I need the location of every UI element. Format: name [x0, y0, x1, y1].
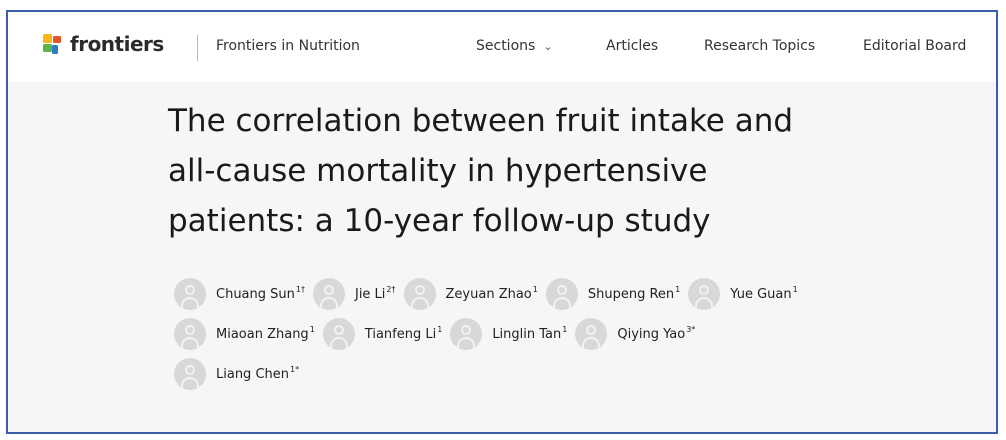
avatar-placeholder-icon: [174, 277, 206, 310]
author-row: Chuang Sun1† Jie Li2† Zeyuan Zhao1 Shupe…: [174, 277, 974, 310]
author-affiliation: 1: [562, 325, 568, 334]
author-chip[interactable]: Shupeng Ren1: [545, 277, 681, 310]
article-title-line: The correlation between fruit intake and: [168, 103, 794, 139]
avatar-placeholder-icon: [403, 277, 436, 310]
author-name: Linglin Tan1: [492, 325, 568, 342]
avatar-placeholder-icon: [450, 317, 483, 350]
author-affiliation: 1: [532, 285, 538, 294]
article-title-line: all-cause mortality in hypertensive: [168, 153, 708, 189]
author-row: Miaoan Zhang1 Tianfeng Li1 Linglin Tan1 …: [174, 317, 974, 350]
frontiers-logo-icon: [43, 34, 61, 54]
nav-sections-label: Sections: [476, 38, 536, 54]
author-name: Miaoan Zhang1: [216, 325, 315, 342]
chevron-down-icon: ⌄: [543, 40, 553, 53]
author-affiliation: 1: [437, 325, 443, 334]
avatar-placeholder-icon: [545, 277, 578, 310]
avatar-placeholder-icon: [575, 317, 608, 350]
avatar-placeholder-icon: [174, 317, 206, 350]
author-name: Yue Guan1: [730, 285, 798, 302]
header-divider: [197, 35, 198, 61]
screenshot-frame: frontiers Frontiers in Nutrition Section…: [6, 10, 998, 434]
author-chip[interactable]: Yue Guan1: [688, 277, 798, 310]
nav-articles[interactable]: Articles: [606, 38, 658, 54]
avatar-placeholder-icon: [688, 277, 721, 310]
author-affiliation: 1: [309, 325, 315, 334]
author-chip[interactable]: Qiying Yao3*: [575, 317, 696, 350]
author-name: Zeyuan Zhao1: [445, 285, 538, 302]
author-name: Tianfeng Li1: [364, 325, 443, 342]
article-header: The correlation between fruit intake and…: [8, 82, 996, 432]
nav-editorial-board[interactable]: Editorial Board: [863, 38, 966, 54]
author-name: Qiying Yao3*: [617, 325, 696, 342]
author-affiliation: 1*: [290, 365, 300, 374]
logo-wordmark: frontiers: [70, 32, 164, 56]
author-name: Jie Li2†: [354, 285, 396, 302]
author-chip[interactable]: Liang Chen1*: [174, 357, 300, 390]
author-list: Chuang Sun1† Jie Li2† Zeyuan Zhao1 Shupe…: [174, 277, 974, 397]
author-name: Shupeng Ren1: [587, 285, 681, 302]
avatar-placeholder-icon: [322, 317, 355, 350]
author-affiliation: 1†: [295, 285, 305, 294]
author-affiliation: 2†: [386, 285, 396, 294]
author-affiliation: 1: [675, 285, 681, 294]
author-name: Liang Chen1*: [216, 365, 300, 382]
author-affiliation: 1: [792, 285, 798, 294]
author-chip[interactable]: Chuang Sun1†: [174, 277, 305, 310]
avatar-placeholder-icon: [312, 277, 345, 310]
frontiers-logo[interactable]: frontiers: [42, 32, 164, 56]
journal-name-link[interactable]: Frontiers in Nutrition: [216, 38, 360, 54]
nav-research-topics[interactable]: Research Topics: [704, 38, 815, 54]
author-affiliation: 3*: [686, 325, 696, 334]
author-chip[interactable]: Linglin Tan1: [450, 317, 568, 350]
author-name: Chuang Sun1†: [216, 285, 305, 302]
site-header: frontiers Frontiers in Nutrition Section…: [8, 12, 996, 83]
author-chip[interactable]: Miaoan Zhang1: [174, 317, 315, 350]
article-title: The correlation between fruit intake and…: [168, 96, 928, 246]
nav-sections[interactable]: Sections ⌄: [476, 38, 553, 54]
author-chip[interactable]: Zeyuan Zhao1: [403, 277, 538, 310]
author-chip[interactable]: Jie Li2†: [312, 277, 396, 310]
avatar-placeholder-icon: [174, 357, 206, 390]
author-chip[interactable]: Tianfeng Li1: [322, 317, 443, 350]
article-title-line: patients: a 10-year follow-up study: [168, 203, 711, 239]
author-row: Liang Chen1*: [174, 357, 974, 390]
